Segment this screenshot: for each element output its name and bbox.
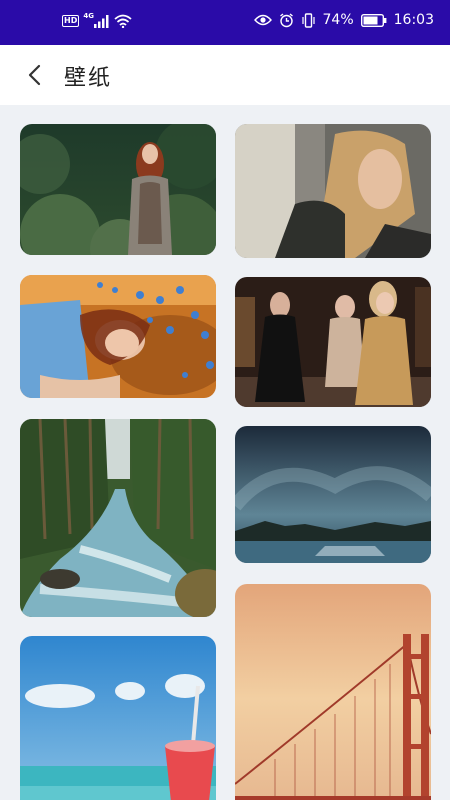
app-header: 壁纸 [0, 45, 450, 105]
wallpaper-thumbnail-forest-river[interactable] [20, 419, 216, 617]
alarm-icon [279, 12, 293, 27]
beach-drink-image [20, 636, 216, 800]
woman-in-flower-field-image [20, 275, 216, 398]
wallpaper-thumbnail-three-women-with-drinks[interactable] [235, 277, 431, 407]
battery-percent: 74% [322, 12, 354, 28]
wallpaper-thumbnail-woman-in-forest[interactable] [20, 124, 216, 255]
status-bar: HD 4G 74% 16:03 [0, 0, 450, 45]
wallpaper-thumbnail-woman-portrait-dark[interactable] [235, 124, 431, 258]
three-women-with-drinks-image [235, 277, 431, 407]
signal-icon [93, 14, 109, 28]
page-title: 壁纸 [64, 66, 113, 91]
status-right: 74% 16:03 [253, 12, 434, 28]
status-left: HD 4G [62, 12, 132, 28]
network-type: 4G [83, 12, 94, 20]
golden-gate-bridge-image [235, 584, 431, 800]
eye-icon [253, 14, 272, 26]
forest-river-image [20, 419, 216, 617]
woman-portrait-dark-image [235, 124, 431, 258]
back-button[interactable] [22, 61, 50, 89]
wallpaper-thumbnail-night-lake[interactable] [235, 426, 431, 563]
night-lake-image [235, 426, 431, 563]
battery-icon [360, 13, 387, 27]
woman-in-forest-image [20, 124, 216, 255]
vibrate-icon [301, 12, 315, 28]
wallpaper-thumbnail-golden-gate-bridge[interactable] [235, 584, 431, 800]
hd-badge: HD [62, 15, 80, 27]
clock: 16:03 [393, 12, 434, 28]
wallpaper-thumbnail-beach-drink[interactable] [20, 636, 216, 800]
wallpaper-thumbnail-woman-in-flower-field[interactable] [20, 275, 216, 398]
wifi-icon [114, 14, 132, 28]
back-arrow-icon [28, 64, 41, 86]
